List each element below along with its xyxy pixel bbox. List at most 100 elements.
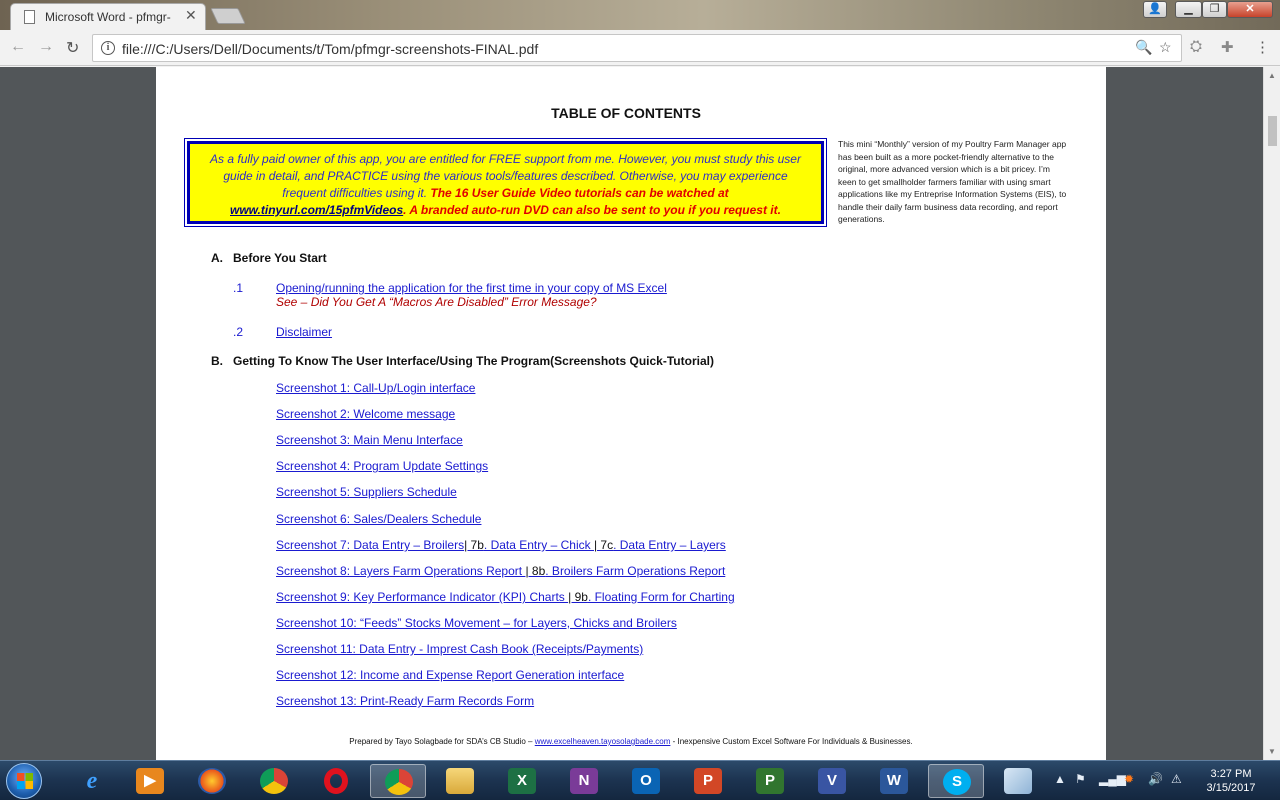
section-b-letter: B. bbox=[211, 354, 223, 368]
item-number: .1 bbox=[233, 281, 244, 295]
clock-date: 3/15/2017 bbox=[1206, 782, 1256, 794]
footer-prefix: Prepared by Tayo Solagbade for SDA’s CB … bbox=[349, 737, 535, 746]
section-a-title: Before You Start bbox=[233, 251, 327, 265]
unknown-app-taskbar-button[interactable] bbox=[990, 764, 1046, 798]
side-note: This mini “Monthly” version of my Poultr… bbox=[838, 139, 1067, 224]
project-icon: P bbox=[756, 768, 784, 794]
toc-link-screenshot-8[interactable]: Screenshot 8: Layers Farm Operations Rep… bbox=[276, 564, 725, 578]
action-center-icon[interactable]: ⚑ bbox=[1075, 772, 1086, 786]
app-window-icon bbox=[1004, 768, 1032, 794]
zoom-icon[interactable]: 🔍 bbox=[1135, 39, 1152, 56]
visio-taskbar-button[interactable]: V bbox=[804, 764, 860, 798]
clock-time: 3:27 PM bbox=[1210, 768, 1252, 780]
firefox-taskbar-button[interactable] bbox=[184, 764, 240, 798]
section-a-letter: A. bbox=[211, 251, 223, 265]
puzzle-extension-icon[interactable]: ✚ bbox=[1221, 38, 1234, 56]
toc-link-screenshot-12[interactable]: Screenshot 12: Income and Expense Report… bbox=[276, 668, 624, 682]
network-signal-icon[interactable]: ▂▄▆ bbox=[1099, 772, 1126, 786]
toc-link-screenshot-3[interactable]: Screenshot 3: Main Menu Interface bbox=[276, 433, 463, 447]
toc-link-disclaimer[interactable]: Disclaimer bbox=[276, 325, 332, 339]
opera-icon bbox=[324, 768, 348, 794]
document-icon bbox=[24, 10, 35, 24]
close-window-button[interactable]: ✕ bbox=[1227, 1, 1273, 18]
forward-arrow-icon[interactable]: → bbox=[38, 38, 54, 56]
toc-link-screenshot-13[interactable]: Screenshot 13: Print-Ready Farm Records … bbox=[276, 694, 534, 708]
menu-icon[interactable]: ⋮ bbox=[1255, 38, 1270, 56]
browser-toolbar: ← → ↻ i file:///C:/Users/Dell/Documents/… bbox=[0, 30, 1280, 66]
toc-link-opening[interactable]: Opening/running the application for the … bbox=[276, 281, 667, 295]
browser-tab[interactable]: Microsoft Word - pfmgr- ✕ bbox=[10, 3, 206, 30]
internet-explorer-taskbar-button[interactable]: e bbox=[64, 764, 120, 798]
screenshot-7b-chick: . Data Entry – Chick bbox=[483, 538, 594, 552]
section-b-title: Getting To Know The User Interface/Using… bbox=[233, 354, 714, 368]
scrollbar-thumb[interactable] bbox=[1268, 116, 1277, 146]
new-tab-button[interactable] bbox=[210, 8, 246, 24]
minimize-button[interactable]: ▁ bbox=[1175, 1, 1202, 18]
extension-icon[interactable]: ⛭ bbox=[1190, 38, 1202, 55]
outlook-taskbar-button[interactable]: O bbox=[618, 764, 674, 798]
pdf-page: TABLE OF CONTENTS As a fully paid owner … bbox=[156, 67, 1106, 760]
scroll-up-icon[interactable]: ▲ bbox=[1268, 71, 1276, 80]
maximize-button[interactable]: ❐ bbox=[1202, 1, 1227, 18]
bookmark-star-icon[interactable]: ☆ bbox=[1159, 39, 1172, 56]
project-taskbar-button[interactable]: P bbox=[742, 764, 798, 798]
toc-link-screenshot-9[interactable]: Screenshot 9: Key Performance Indicator … bbox=[276, 590, 735, 604]
tab-close-icon[interactable]: ✕ bbox=[185, 7, 197, 24]
toc-link-screenshot-6[interactable]: Screenshot 6: Sales/Dealers Schedule bbox=[276, 512, 481, 526]
separator-9b: | 9b bbox=[568, 590, 588, 604]
toc-link-screenshot-4[interactable]: Screenshot 4: Program Update Settings bbox=[276, 459, 488, 473]
toc-link-screenshot-11[interactable]: Screenshot 11: Data Entry - Imprest Cash… bbox=[276, 642, 643, 656]
system-clock[interactable]: 3:27 PM 3/15/2017 bbox=[1196, 767, 1266, 795]
screenshot-8b-broilers: . Broilers Farm Operations Report bbox=[545, 564, 726, 578]
toc-link-screenshot-7[interactable]: Screenshot 7: Data Entry – Broilers| 7b.… bbox=[276, 538, 726, 552]
support-notice-box: As a fully paid owner of this app, you a… bbox=[184, 138, 827, 227]
separator-7b: | 7b bbox=[464, 538, 484, 552]
chrome-active-taskbar-button[interactable] bbox=[370, 764, 426, 798]
volume-icon[interactable]: 🔊 bbox=[1148, 772, 1163, 786]
excel-taskbar-button[interactable]: X bbox=[494, 764, 550, 798]
scroll-down-icon[interactable]: ▼ bbox=[1268, 747, 1276, 756]
network-error-icon[interactable]: ⚠ bbox=[1171, 772, 1182, 786]
url-text[interactable]: file:///C:/Users/Dell/Documents/t/Tom/pf… bbox=[122, 41, 538, 57]
item-number: .2 bbox=[233, 325, 244, 339]
media-player-taskbar-button[interactable]: ▶ bbox=[122, 764, 178, 798]
footer-website-link[interactable]: www.excelheaven.tayosolagbade.com bbox=[535, 737, 671, 746]
user-profile-button[interactable]: 👤 bbox=[1143, 1, 1167, 18]
chrome-taskbar-button[interactable] bbox=[246, 764, 302, 798]
section-a-heading: A. Before You Start bbox=[211, 251, 327, 265]
start-button[interactable] bbox=[6, 763, 42, 799]
word-icon: W bbox=[880, 768, 908, 794]
notice-video-text: The 16 User Guide Video tutorials can be… bbox=[430, 186, 729, 200]
file-explorer-taskbar-button[interactable] bbox=[432, 764, 488, 798]
toc-link-screenshot-1[interactable]: Screenshot 1: Call-Up/Login interface bbox=[276, 381, 475, 395]
visio-icon: V bbox=[818, 768, 846, 794]
info-icon[interactable]: i bbox=[101, 41, 115, 55]
avast-icon[interactable]: ✹ bbox=[1124, 772, 1134, 786]
screenshot-9b-floating-form: . Floating Form for Charting bbox=[587, 590, 735, 604]
support-notice-text: As a fully paid owner of this app, you a… bbox=[187, 141, 824, 224]
back-arrow-icon[interactable]: ← bbox=[10, 38, 26, 56]
separator-8b: | 8b bbox=[525, 564, 546, 578]
address-bar[interactable]: i file:///C:/Users/Dell/Documents/t/Tom/… bbox=[92, 34, 1182, 62]
windows-taskbar: e ▶ X N O P P V W S ▲ ⚑ ▂▄▆ ✹ 🔊 ⚠ 3:27 P… bbox=[0, 760, 1280, 800]
notice-dvd-text: . A branded auto-run DVD can also be sen… bbox=[403, 203, 781, 217]
skype-taskbar-button[interactable]: S bbox=[928, 764, 984, 798]
powerpoint-taskbar-button[interactable]: P bbox=[680, 764, 736, 798]
onenote-icon: N bbox=[570, 768, 598, 794]
toc-link-screenshot-2[interactable]: Screenshot 2: Welcome message bbox=[276, 407, 455, 421]
chrome-icon bbox=[385, 769, 413, 795]
section-b-heading: B. Getting To Know The User Interface/Usi… bbox=[211, 354, 714, 368]
screenshot-7-broilers: Screenshot 7: Data Entry – Broilers bbox=[276, 538, 465, 552]
vertical-scrollbar[interactable]: ▲ ▼ bbox=[1263, 67, 1280, 760]
screenshot-8-layers: Screenshot 8: Layers Farm Operations Rep… bbox=[276, 564, 526, 578]
toc-link-screenshot-5[interactable]: Screenshot 5: Suppliers Schedule bbox=[276, 485, 457, 499]
show-hidden-icons-icon[interactable]: ▲ bbox=[1054, 772, 1066, 786]
opera-taskbar-button[interactable] bbox=[308, 764, 364, 798]
word-taskbar-button[interactable]: W bbox=[866, 764, 922, 798]
toc-link-screenshot-10[interactable]: Screenshot 10: “Feeds” Stocks Movement –… bbox=[276, 616, 677, 630]
excel-icon: X bbox=[508, 768, 536, 794]
reload-icon[interactable]: ↻ bbox=[66, 38, 79, 58]
video-tutorials-link[interactable]: www.tinyurl.com/15pfmVideos bbox=[230, 203, 403, 217]
onenote-taskbar-button[interactable]: N bbox=[556, 764, 612, 798]
tab-title: Microsoft Word - pfmgr- bbox=[45, 10, 171, 24]
